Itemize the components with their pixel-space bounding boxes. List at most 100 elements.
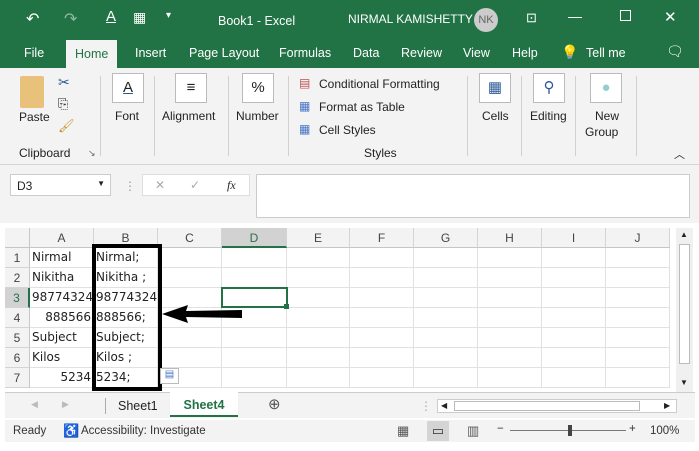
tab-view[interactable]: View — [463, 46, 490, 60]
column-header[interactable]: I — [542, 228, 606, 248]
ribbon-display-icon[interactable]: ⊡ — [526, 10, 537, 26]
cell-I4[interactable] — [542, 308, 606, 328]
cell-A3[interactable]: 98774324 — [30, 288, 94, 308]
horizontal-scrollbar[interactable]: ◀ ▶ — [437, 399, 677, 413]
cell-F6[interactable] — [350, 348, 414, 368]
group-label[interactable]: Group — [585, 125, 618, 139]
tab-page-layout[interactable]: Page Layout — [189, 46, 259, 60]
cell-E5[interactable] — [287, 328, 350, 348]
conditional-formatting-button[interactable]: Conditional Formatting — [319, 77, 440, 91]
cell-A4[interactable]: 888566 — [30, 308, 94, 328]
cell-I3[interactable] — [542, 288, 606, 308]
user-name[interactable]: NIRMAL KAMISHETTY — [348, 12, 473, 26]
sheet-tab-sheet4[interactable]: Sheet4 — [170, 392, 238, 417]
row-header[interactable]: 6 — [5, 348, 30, 368]
paste-button[interactable]: Paste — [19, 110, 50, 124]
formula-input[interactable] — [256, 174, 690, 218]
cell-A1[interactable]: Nirmal — [30, 248, 94, 268]
cell-F4[interactable] — [350, 308, 414, 328]
cell-J5[interactable] — [606, 328, 670, 348]
column-header[interactable]: F — [350, 228, 414, 248]
cell-I6[interactable] — [542, 348, 606, 368]
cancel-icon[interactable]: ✕ — [155, 178, 165, 192]
cell-I5[interactable] — [542, 328, 606, 348]
cell-A2[interactable]: Nikitha — [30, 268, 94, 288]
column-header[interactable]: A — [30, 228, 94, 248]
cell-H4[interactable] — [478, 308, 542, 328]
format-painter-icon[interactable]: 🖌 — [58, 118, 75, 134]
zoom-in-icon[interactable]: + — [629, 423, 636, 435]
insert-function-button[interactable]: fx — [227, 178, 236, 193]
scroll-right-icon[interactable]: ▶ — [664, 401, 670, 410]
tab-data[interactable]: Data — [353, 46, 379, 60]
scroll-thumb[interactable] — [679, 244, 690, 364]
cell-C6[interactable] — [158, 348, 222, 368]
number-button[interactable]: Number — [236, 109, 279, 123]
cell-D2[interactable] — [222, 268, 287, 288]
vertical-scrollbar[interactable]: ▲ ▼ — [676, 228, 693, 392]
cell-A6[interactable]: Kilos — [30, 348, 94, 368]
percent-icon[interactable]: % — [242, 73, 274, 103]
column-header[interactable]: H — [478, 228, 542, 248]
cell-I1[interactable] — [542, 248, 606, 268]
cell-H5[interactable] — [478, 328, 542, 348]
new-label[interactable]: New — [595, 109, 619, 123]
row-header[interactable]: 5 — [5, 328, 30, 348]
format-as-table-button[interactable]: Format as Table — [319, 100, 405, 114]
h-scroll-thumb[interactable] — [454, 401, 640, 411]
cell-E2[interactable] — [287, 268, 350, 288]
cell-C1[interactable] — [158, 248, 222, 268]
scroll-left-icon[interactable]: ◀ — [441, 401, 447, 410]
cell-E4[interactable] — [287, 308, 350, 328]
redo-icon[interactable]: ↷ — [64, 9, 77, 29]
table-icon[interactable]: ▦ — [133, 9, 146, 26]
normal-view-icon[interactable]: ▦ — [397, 423, 409, 439]
close-icon[interactable]: ✕ — [664, 8, 677, 26]
cell-H2[interactable] — [478, 268, 542, 288]
copy-icon[interactable]: ⎘ — [58, 96, 68, 112]
row-header[interactable]: 3 — [5, 288, 30, 308]
tab-home[interactable]: Home — [66, 40, 118, 68]
chevron-down-icon[interactable]: ▼ — [97, 179, 105, 188]
cell-D7[interactable] — [222, 368, 287, 388]
column-header[interactable]: G — [414, 228, 478, 248]
cell-D1[interactable] — [222, 248, 287, 268]
paste-options-icon[interactable]: ▤ — [160, 368, 179, 384]
customize-qat-icon[interactable]: ▾ — [166, 10, 171, 21]
prev-sheet-icon[interactable]: ◀ — [31, 399, 38, 410]
row-header[interactable]: 7 — [5, 368, 30, 388]
cell-A7[interactable]: 5234 — [30, 368, 94, 388]
alignment-icon[interactable]: ≡ — [175, 73, 207, 103]
font-color-icon[interactable]: A — [106, 8, 116, 25]
row-header[interactable]: 1 — [5, 248, 30, 268]
cell-H6[interactable] — [478, 348, 542, 368]
page-layout-view-icon[interactable]: ▭ — [427, 421, 449, 441]
cell-E7[interactable] — [287, 368, 350, 388]
editing-button[interactable]: Editing — [530, 109, 567, 123]
column-header[interactable]: D — [222, 228, 287, 248]
collapse-ribbon-icon[interactable]: ︿ — [674, 146, 685, 162]
column-header[interactable]: E — [287, 228, 350, 248]
cell-J4[interactable] — [606, 308, 670, 328]
cell-H1[interactable] — [478, 248, 542, 268]
cell-E6[interactable] — [287, 348, 350, 368]
column-header[interactable]: C — [158, 228, 222, 248]
font-button[interactable]: Font — [115, 109, 139, 123]
cell-F1[interactable] — [350, 248, 414, 268]
alignment-button[interactable]: Alignment — [162, 109, 215, 123]
font-icon[interactable]: A — [112, 73, 144, 103]
cell-F2[interactable] — [350, 268, 414, 288]
cell-G2[interactable] — [414, 268, 478, 288]
enter-icon[interactable]: ✓ — [190, 178, 200, 192]
cells-button[interactable]: Cells — [482, 109, 509, 123]
scroll-down-icon[interactable]: ▼ — [680, 378, 688, 387]
tab-formulas[interactable]: Formulas — [279, 46, 331, 60]
cell-J1[interactable] — [606, 248, 670, 268]
zoom-out-icon[interactable]: − — [497, 423, 504, 435]
tab-insert[interactable]: Insert — [135, 46, 166, 60]
cell-J7[interactable] — [606, 368, 670, 388]
maximize-icon[interactable] — [620, 10, 631, 21]
tab-review[interactable]: Review — [401, 46, 442, 60]
cell-A5[interactable]: Subject — [30, 328, 94, 348]
accessibility-status[interactable]: Accessibility: Investigate — [81, 425, 206, 437]
